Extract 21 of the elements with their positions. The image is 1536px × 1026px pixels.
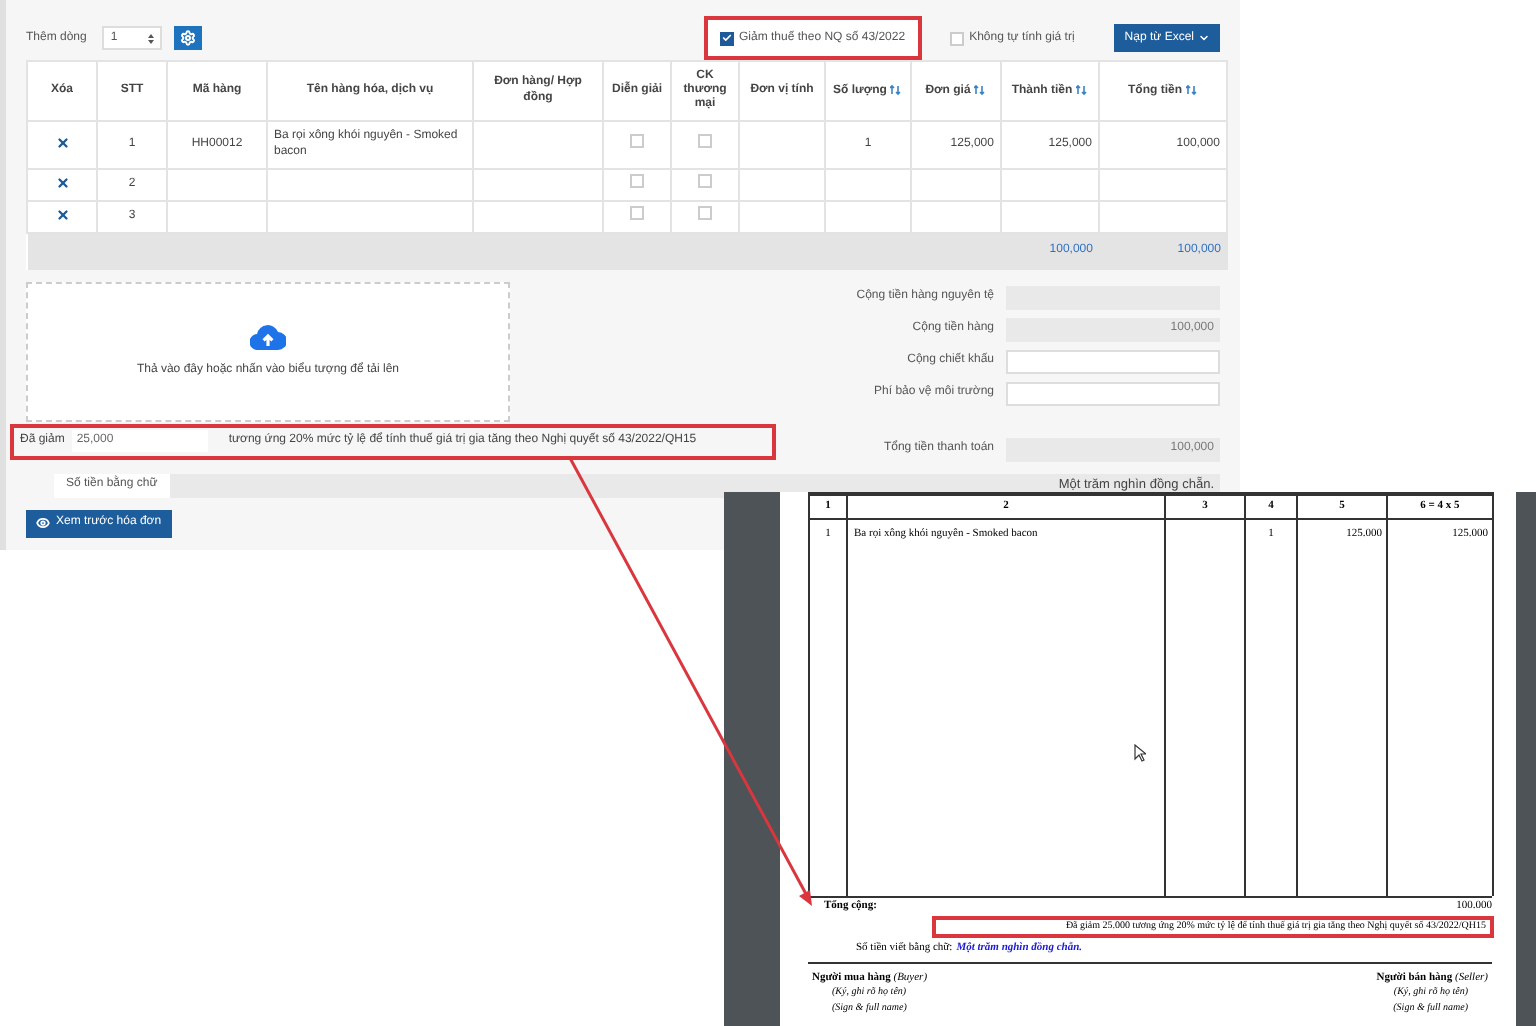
sort-icon[interactable]	[974, 83, 987, 96]
summary-field[interactable]	[1006, 349, 1220, 373]
eye-icon	[36, 516, 50, 530]
sort-icon[interactable]	[890, 83, 903, 96]
delete-icon[interactable]	[55, 175, 69, 190]
table-cell	[1001, 169, 1099, 201]
add-rows-button[interactable]	[174, 26, 203, 50]
sort-icon[interactable]	[1076, 83, 1089, 96]
delete-icon[interactable]	[55, 207, 69, 222]
summary-field[interactable]	[1006, 381, 1220, 405]
checkbox[interactable]	[719, 31, 734, 45]
delete-icon[interactable]	[55, 135, 69, 150]
sort-icon[interactable]	[1186, 83, 1198, 96]
cloud-upload-icon	[250, 323, 286, 349]
spinner-icon[interactable]	[148, 31, 155, 45]
gear-icon	[180, 30, 197, 46]
caret-icon	[1198, 32, 1210, 44]
table-cell	[911, 169, 1001, 201]
cursor-icon	[1134, 744, 1146, 762]
table-cell	[1099, 169, 1227, 201]
table-cell	[167, 169, 267, 201]
